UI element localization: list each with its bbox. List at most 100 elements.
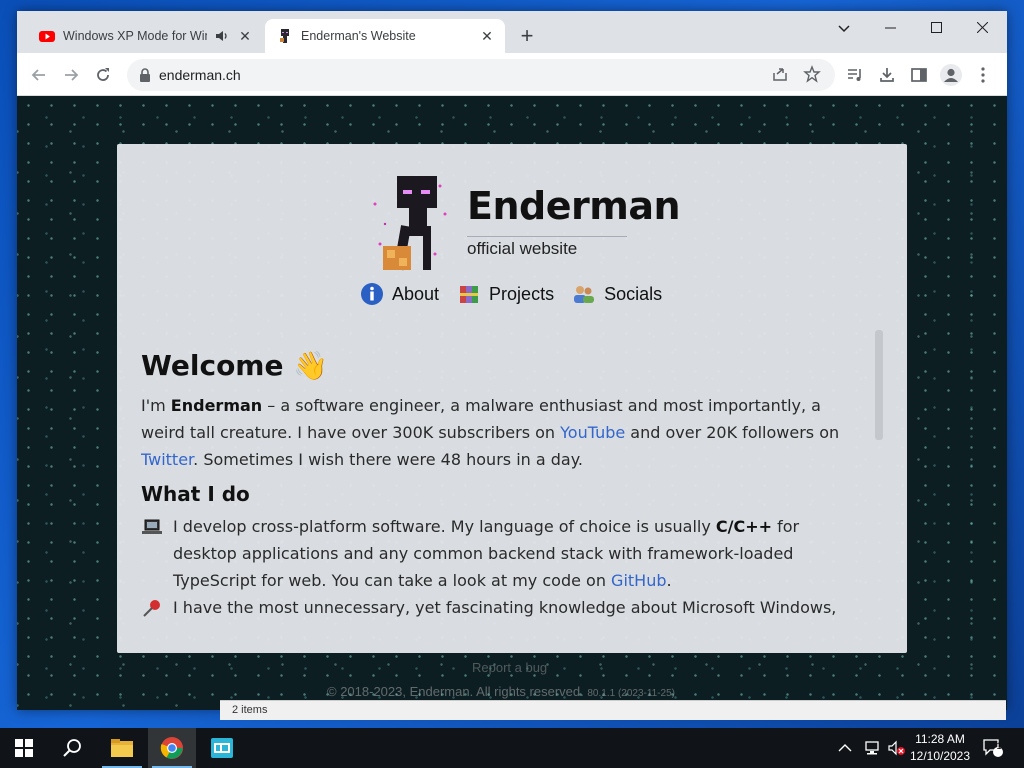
forward-button[interactable] <box>57 61 85 89</box>
twitter-link[interactable]: Twitter <box>141 450 193 469</box>
bullet-text: I develop cross-platform software. My la… <box>173 513 857 594</box>
article-content: Welcome 👋 I'm Enderman – a software engi… <box>141 344 857 626</box>
profile-avatar-icon[interactable] <box>937 61 965 89</box>
report-bug-link[interactable]: Report a bug <box>472 660 547 675</box>
nav-about-label: About <box>392 283 440 304</box>
chrome-icon <box>160 737 183 759</box>
youtube-icon <box>39 31 55 42</box>
windows-logo-icon <box>15 739 33 757</box>
lock-icon[interactable] <box>137 67 153 83</box>
footer-name-link[interactable]: Enderman <box>410 684 470 699</box>
laptop-icon <box>141 513 165 594</box>
volume-muted-icon[interactable] <box>888 740 906 756</box>
media-control-icon[interactable] <box>841 61 869 89</box>
reload-icon <box>97 68 109 81</box>
projects-archive-icon <box>460 286 479 303</box>
close-tab-icon[interactable]: ✕ <box>479 28 495 44</box>
bullet-text-part: I develop cross-platform software. My la… <box>173 517 716 536</box>
notification-count: 1 <box>996 741 1002 751</box>
tab-endermans-website[interactable]: Enderman's Website ✕ <box>265 19 505 53</box>
list-item: I develop cross-platform software. My la… <box>141 513 857 594</box>
clock[interactable]: 11:28 AM 12/10/2023 <box>905 731 975 765</box>
bullet-text: I have the most unnecessary, yet fascina… <box>173 598 837 626</box>
close-tab-icon[interactable]: ✕ <box>237 28 253 44</box>
forward-arrow-icon <box>65 69 79 81</box>
site-title: Enderman <box>467 184 681 228</box>
share-icon[interactable] <box>771 65 789 83</box>
chrome-taskbar-button[interactable] <box>148 728 196 768</box>
list-item: I have the most unnecessary, yet fascina… <box>141 594 857 626</box>
site-nav: About Projects Socials <box>360 282 662 306</box>
chrome-window: Windows XP Mode for Windows 11 ✕ Enderma… <box>17 11 1007 710</box>
bullet-text-part: . <box>666 571 672 590</box>
nav-projects[interactable]: Projects <box>457 282 554 306</box>
back-button[interactable] <box>25 61 53 89</box>
page-viewport: Enderman official website About Projects… <box>17 96 1007 710</box>
nav-socials[interactable]: Socials <box>572 282 662 306</box>
site-subtitle: official website <box>467 236 627 259</box>
url-text[interactable]: enderman.ch <box>159 59 241 91</box>
clock-date: 12/10/2023 <box>909 749 971 763</box>
search-button[interactable] <box>48 728 96 768</box>
windows-taskbar: 11:28 AM 12/10/2023 1 <box>0 728 1024 768</box>
browser-toolbar: enderman.ch <box>17 53 1007 96</box>
language-choice: C/C++ <box>715 517 773 536</box>
clock-time: 11:28 AM <box>915 732 965 746</box>
enderman-avatar-icon <box>373 176 447 271</box>
folder-icon <box>111 739 133 757</box>
status-items-count: 2 items <box>232 704 268 716</box>
intro-paragraph: I'm Enderman – a software engineer, a ma… <box>141 392 857 473</box>
tab-bar: Windows XP Mode for Windows 11 ✕ Enderma… <box>17 11 1007 53</box>
search-icon <box>63 739 81 757</box>
download-icon[interactable] <box>873 61 901 89</box>
copyright-text: © 2018-2023, <box>327 684 410 699</box>
intro-name: Enderman <box>170 396 263 415</box>
start-button[interactable] <box>0 728 48 768</box>
address-bar[interactable]: enderman.ch <box>127 59 835 91</box>
new-tab-button[interactable]: + <box>515 25 539 49</box>
welcome-heading: Welcome 👋 <box>141 349 329 382</box>
content-scrollbar[interactable] <box>875 330 883 626</box>
github-link[interactable]: GitHub <box>611 571 666 590</box>
intro-text: . Sometimes I wish there were 48 hours i… <box>193 450 583 469</box>
side-panel-icon[interactable] <box>905 61 933 89</box>
copyright-text: . All rights reserved. <box>469 684 584 699</box>
tab-title: Windows XP Mode for Windows 11 <box>63 29 207 43</box>
chevron-up-icon[interactable] <box>838 743 852 753</box>
bookmark-star-icon[interactable] <box>803 65 821 83</box>
nav-socials-label: Socials <box>604 283 663 304</box>
background-explorer-status: 2 items <box>220 700 1006 720</box>
system-tray <box>838 728 906 768</box>
reload-button[interactable] <box>89 61 117 89</box>
maximize-button[interactable] <box>913 15 959 43</box>
nav-projects-label: Projects <box>489 283 555 304</box>
app-taskbar-button[interactable] <box>198 728 246 768</box>
menu-kebab-icon[interactable] <box>969 61 997 89</box>
os-app-icon <box>211 738 233 758</box>
speaker-icon[interactable] <box>215 29 229 43</box>
tab-windows-xp-mode[interactable]: Windows XP Mode for Windows 11 ✕ <box>27 19 263 53</box>
users-icon <box>574 286 595 303</box>
minimize-button[interactable] <box>867 15 913 43</box>
content-card: Enderman official website About Projects… <box>117 144 907 653</box>
enderman-favicon-icon <box>280 29 289 43</box>
what-i-do-heading: What I do <box>141 482 250 506</box>
close-window-button[interactable] <box>959 15 1005 43</box>
pushpin-icon <box>141 594 165 626</box>
intro-text: I'm <box>141 396 171 415</box>
what-i-do-list: I develop cross-platform software. My la… <box>141 513 857 626</box>
back-arrow-icon <box>31 69 45 81</box>
tab-title: Enderman's Website <box>301 29 416 43</box>
nav-about[interactable]: About <box>360 282 439 306</box>
file-explorer-button[interactable] <box>98 728 146 768</box>
action-center-button[interactable]: 1 <box>982 728 1004 768</box>
info-icon <box>361 283 383 305</box>
network-icon[interactable] <box>864 741 880 755</box>
scrollbar-thumb[interactable] <box>875 330 883 440</box>
copyright-footer: © 2018-2023, Enderman. All rights reserv… <box>327 684 675 699</box>
version-label: 80.1.1 (2023-11-25) <box>587 688 676 699</box>
intro-text: and over 20K followers on <box>625 423 840 442</box>
tab-search-icon[interactable] <box>821 15 867 43</box>
site-header: Enderman official website <box>365 164 681 274</box>
youtube-link[interactable]: YouTube <box>560 423 625 442</box>
